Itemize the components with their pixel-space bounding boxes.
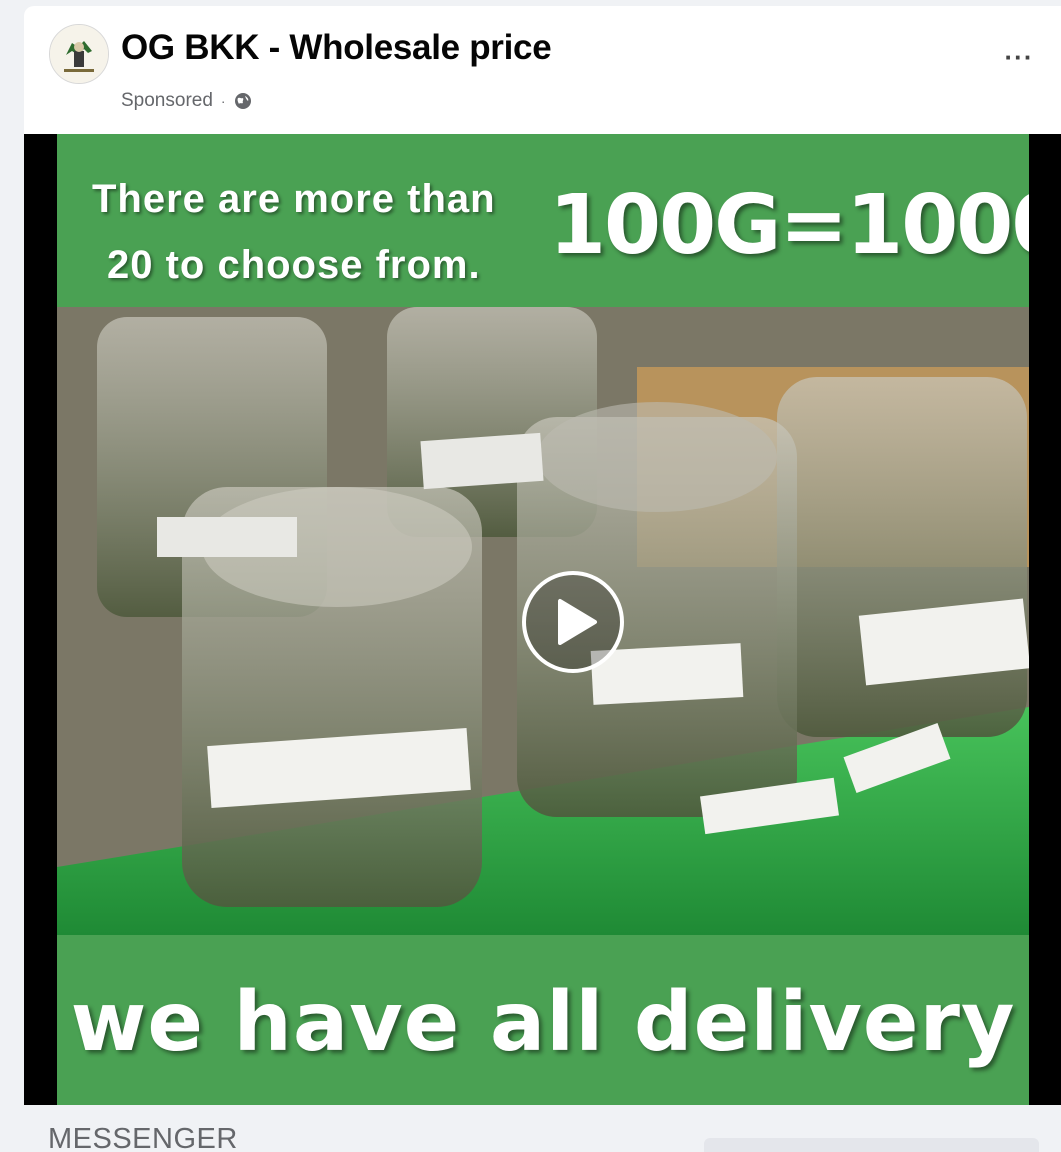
video-frame: There are more than 20 to choose from. 1…: [57, 134, 1029, 1105]
globe-icon: [234, 92, 252, 110]
video-top-banner: There are more than 20 to choose from. 1…: [57, 134, 1029, 307]
page-name[interactable]: OG BKK - Wholesale price: [121, 28, 552, 68]
video-top-caption-line1: There are more than: [92, 177, 496, 221]
more-options-icon[interactable]: ···: [1001, 44, 1037, 74]
sponsored-label[interactable]: Sponsored: [121, 90, 213, 112]
cta-source-label: MESSENGER: [48, 1123, 238, 1152]
cta-footer: MESSENGER: [24, 1105, 1061, 1152]
avatar-logo-icon: [50, 25, 108, 83]
cta-button[interactable]: [704, 1138, 1039, 1152]
meta-separator: ·: [220, 93, 226, 109]
video-bottom-banner: we have all delivery: [57, 935, 1029, 1105]
video-player[interactable]: There are more than 20 to choose from. 1…: [24, 134, 1061, 1105]
video-top-caption-line2: 20 to choose from.: [106, 243, 481, 287]
post-header: OG BKK - Wholesale price Sponsored · ···: [24, 6, 1061, 134]
video-top-caption: There are more than 20 to choose from.: [92, 166, 496, 298]
video-bottom-caption: we have all delivery: [70, 975, 1016, 1070]
sponsored-post-card: OG BKK - Wholesale price Sponsored · ···…: [24, 6, 1061, 1152]
post-meta: Sponsored ·: [121, 90, 252, 112]
play-icon[interactable]: [522, 571, 624, 673]
page-avatar[interactable]: [49, 24, 109, 84]
video-price-caption: 100G=1000: [549, 178, 1029, 273]
